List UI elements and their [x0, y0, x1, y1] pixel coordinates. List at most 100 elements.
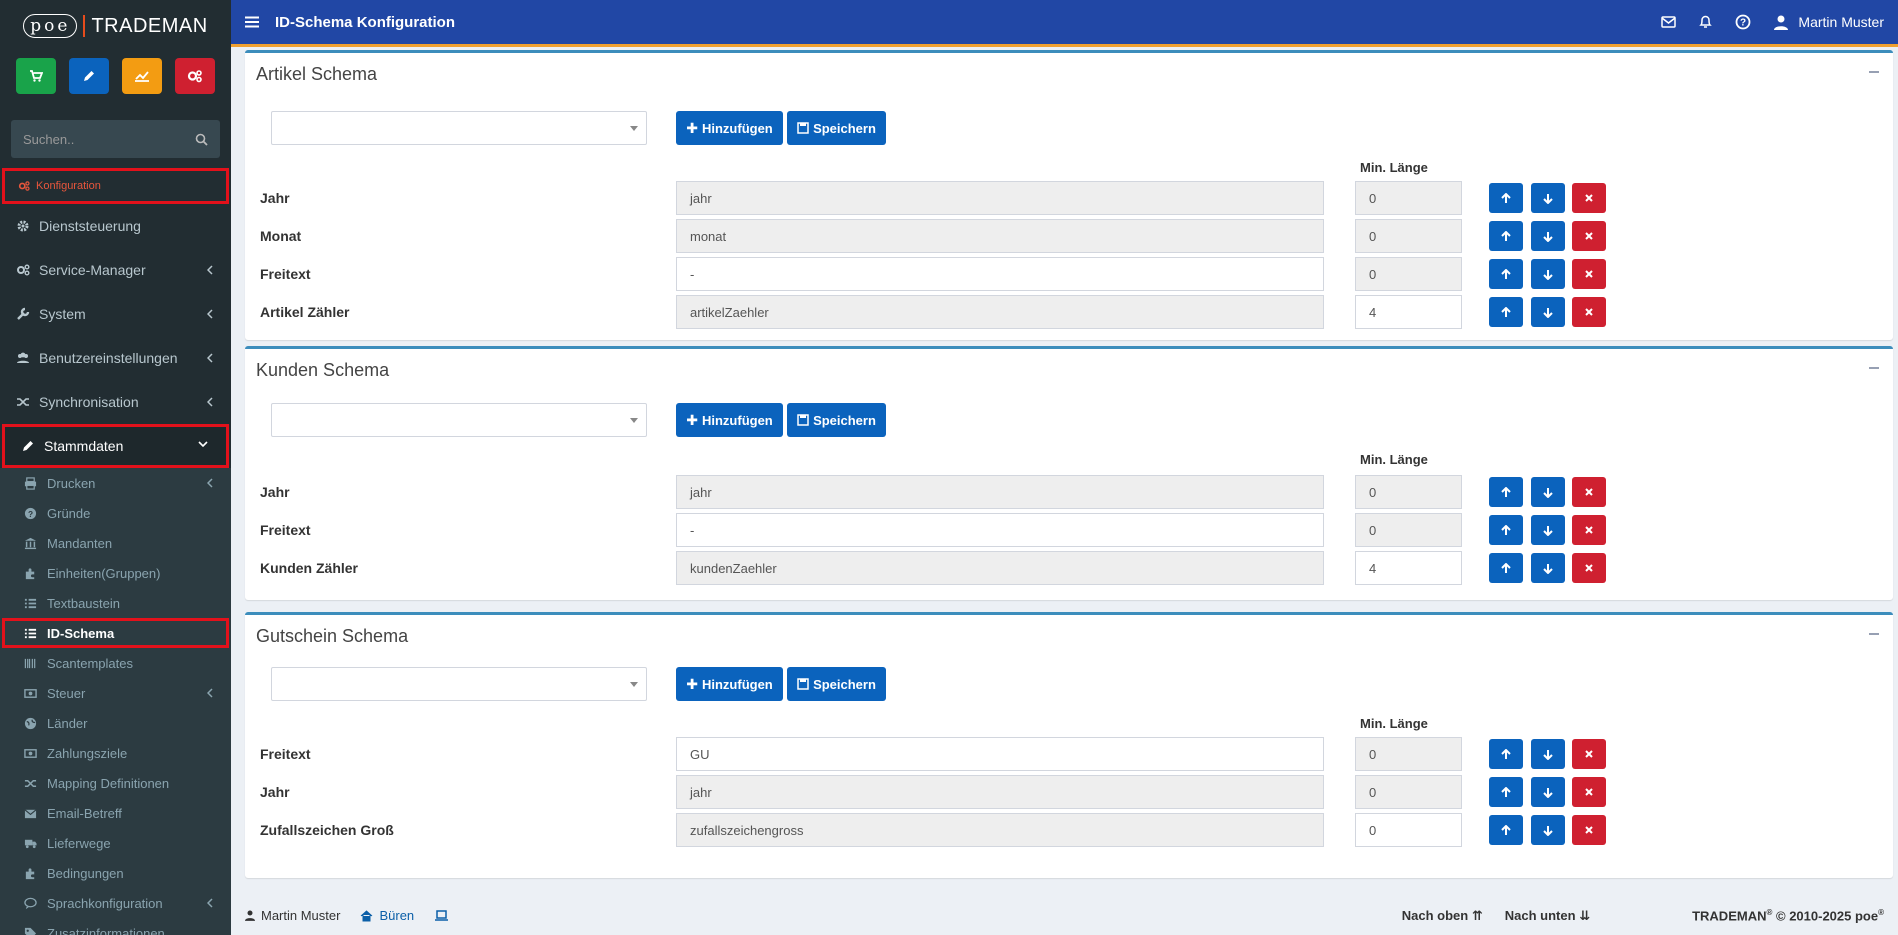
move-down-button[interactable]: [1531, 477, 1565, 507]
sidebar-item-synchronisation[interactable]: Synchronisation: [0, 380, 231, 424]
move-down-button[interactable]: [1531, 777, 1565, 807]
sidebar-subitem-sprachkonfiguration[interactable]: Sprachkonfiguration: [0, 888, 231, 918]
move-down-button[interactable]: [1531, 553, 1565, 583]
edit-button[interactable]: [69, 58, 109, 94]
move-down-button[interactable]: [1531, 739, 1565, 769]
delete-button[interactable]: [1572, 259, 1606, 289]
sidebar-subitem-label: Textbaustein: [47, 595, 120, 611]
row-value-field[interactable]: GU: [676, 737, 1324, 771]
logo[interactable]: poe TRADEMAN: [0, 0, 231, 52]
row-min-length-field[interactable]: 0: [1355, 813, 1462, 847]
schema-type-select[interactable]: [271, 667, 647, 701]
sidebar-subitem-drucken[interactable]: Drucken: [0, 468, 231, 498]
delete-button[interactable]: [1572, 183, 1606, 213]
move-up-button[interactable]: [1489, 515, 1523, 545]
sidebar-item-service-manager[interactable]: Service-Manager: [0, 248, 231, 292]
sidebar-subitem-textbaustein[interactable]: Textbaustein: [0, 588, 231, 618]
save-button[interactable]: Speichern: [787, 111, 886, 145]
arrow-down-icon: [1543, 487, 1553, 498]
logo-trademan: TRADEMAN: [91, 14, 208, 37]
sidebar-subitem-mapping[interactable]: Mapping Definitionen: [0, 768, 231, 798]
save-button[interactable]: Speichern: [787, 667, 886, 701]
sidebar-subitem-zusatzinformationen[interactable]: Zusatzinformationen: [0, 918, 231, 935]
move-down-button[interactable]: [1531, 183, 1565, 213]
move-up-button[interactable]: [1489, 815, 1523, 845]
move-up-button[interactable]: [1489, 259, 1523, 289]
sidebar-item-label: Service-Manager: [39, 262, 146, 278]
schema-type-select[interactable]: [271, 111, 647, 145]
delete-button[interactable]: [1572, 297, 1606, 327]
sidebar-subitem-laender[interactable]: Länder: [0, 708, 231, 738]
money-icon: [24, 688, 37, 698]
add-label: Hinzufügen: [701, 412, 773, 428]
move-up-button[interactable]: [1489, 297, 1523, 327]
collapse-icon[interactable]: [1869, 71, 1879, 73]
delete-button[interactable]: [1572, 221, 1606, 251]
search-input[interactable]: Suchen..: [11, 120, 220, 158]
search-icon[interactable]: [195, 133, 208, 146]
laptop-icon[interactable]: [434, 910, 449, 921]
sidebar-subitem-steuer[interactable]: Steuer: [0, 678, 231, 708]
sidebar-subitem-email-betreff[interactable]: Email-Betreff: [0, 798, 231, 828]
sidebar-subitem-mandanten[interactable]: Mandanten: [0, 528, 231, 558]
cart-button[interactable]: [16, 58, 56, 94]
chart-button[interactable]: [122, 58, 162, 94]
add-button[interactable]: ✚ Hinzufügen: [676, 667, 783, 701]
scroll-bottom-link[interactable]: Nach unten ⇊: [1505, 908, 1590, 924]
move-down-button[interactable]: [1531, 815, 1565, 845]
sidebar-item-konfiguration[interactable]: Konfiguration: [2, 168, 229, 204]
add-button[interactable]: ✚ Hinzufügen: [676, 403, 783, 437]
row-min-length-field[interactable]: 4: [1355, 295, 1462, 329]
move-down-button[interactable]: [1531, 221, 1565, 251]
shuffle-icon: [24, 779, 37, 787]
collapse-icon[interactable]: [1869, 367, 1879, 369]
sidebar-subitem-id-schema[interactable]: ID-Schema: [2, 618, 229, 648]
chevron-left-icon: [207, 688, 213, 698]
close-icon: [1585, 194, 1593, 202]
move-up-button[interactable]: [1489, 553, 1523, 583]
row-value-field[interactable]: -: [676, 257, 1324, 291]
move-down-button[interactable]: [1531, 515, 1565, 545]
delete-button[interactable]: [1572, 815, 1606, 845]
collapse-icon[interactable]: [1869, 633, 1879, 635]
box-title: Gutschein Schema: [256, 626, 409, 646]
footer-location-link[interactable]: Büren: [379, 908, 414, 923]
delete-button[interactable]: [1572, 477, 1606, 507]
settings-button[interactable]: [175, 58, 215, 94]
logo-separator: [83, 15, 86, 37]
sidebar-subitem-lieferwege[interactable]: Lieferwege: [0, 828, 231, 858]
move-up-button[interactable]: [1489, 777, 1523, 807]
arrow-up-icon: [1501, 786, 1511, 797]
row-min-length-field[interactable]: 4: [1355, 551, 1462, 585]
cart-icon: [30, 70, 43, 82]
sidebar-item-dienststeuerung[interactable]: Dienststeuerung: [0, 204, 231, 248]
sidebar-subitem-gruende[interactable]: ? Gründe: [0, 498, 231, 528]
sidebar-item-system[interactable]: System: [0, 292, 231, 336]
delete-button[interactable]: [1572, 739, 1606, 769]
sidebar-subitem-bedingungen[interactable]: Bedingungen: [0, 858, 231, 888]
bell-icon[interactable]: [1699, 15, 1713, 29]
sidebar-subitem-scantemplates[interactable]: Scantemplates: [0, 648, 231, 678]
move-up-button[interactable]: [1489, 477, 1523, 507]
move-down-button[interactable]: [1531, 259, 1565, 289]
help-icon[interactable]: ?: [1735, 14, 1751, 30]
menu-toggle-icon[interactable]: [245, 16, 259, 28]
move-up-button[interactable]: [1489, 183, 1523, 213]
add-button[interactable]: ✚ Hinzufügen: [676, 111, 783, 145]
sidebar-subitem-einheiten[interactable]: Einheiten(Gruppen): [0, 558, 231, 588]
save-button[interactable]: Speichern: [787, 403, 886, 437]
scroll-top-link[interactable]: Nach oben ⇈: [1402, 908, 1483, 924]
delete-button[interactable]: [1572, 777, 1606, 807]
row-value-field[interactable]: -: [676, 513, 1324, 547]
user-menu[interactable]: Martin Muster: [1774, 14, 1884, 30]
sidebar-item-stammdaten[interactable]: Stammdaten: [2, 424, 229, 468]
move-up-button[interactable]: [1489, 739, 1523, 769]
delete-button[interactable]: [1572, 515, 1606, 545]
schema-type-select[interactable]: [271, 403, 647, 437]
envelope-icon[interactable]: [1661, 16, 1677, 28]
sidebar-item-benutzereinstellungen[interactable]: Benutzereinstellungen: [0, 336, 231, 380]
move-down-button[interactable]: [1531, 297, 1565, 327]
move-up-button[interactable]: [1489, 221, 1523, 251]
sidebar-subitem-zahlungsziele[interactable]: Zahlungsziele: [0, 738, 231, 768]
delete-button[interactable]: [1572, 553, 1606, 583]
